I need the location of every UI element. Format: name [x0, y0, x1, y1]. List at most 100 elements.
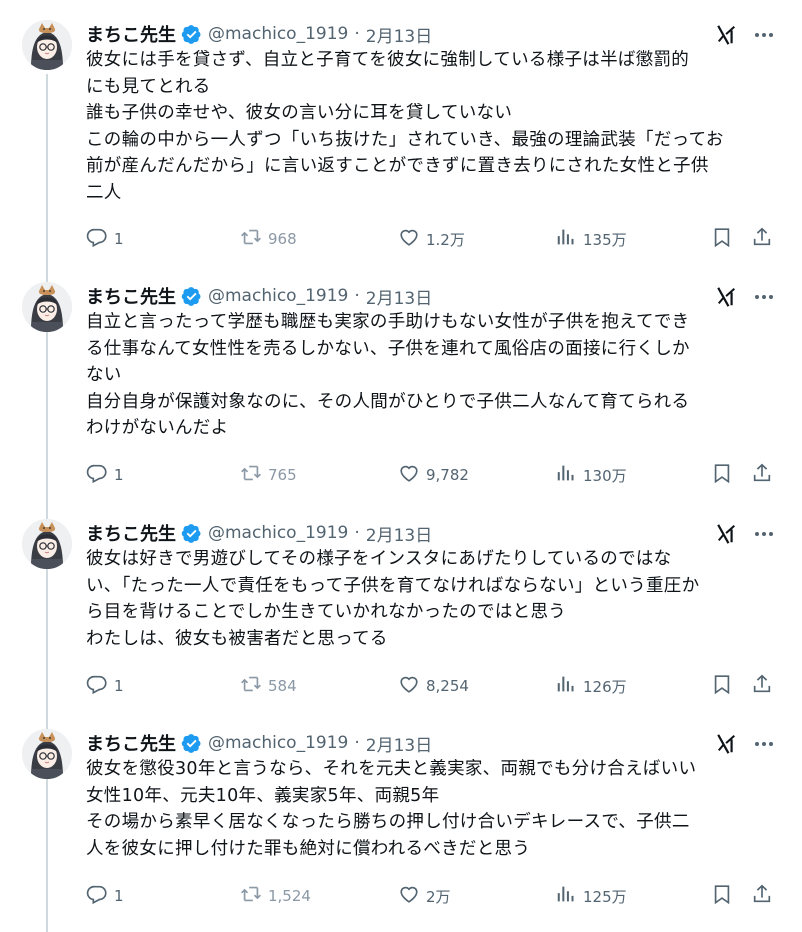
- views-icon: [555, 226, 577, 252]
- share-button[interactable]: [751, 462, 773, 488]
- avatar[interactable]: [22, 282, 72, 332]
- share-button[interactable]: [751, 883, 773, 909]
- tweet-text-line: 人を彼女に押し付けた罪も絶対に償われるべきだと思う: [86, 838, 531, 859]
- like-button[interactable]: 8,254: [398, 673, 469, 699]
- retweet-button[interactable]: 584: [240, 673, 297, 699]
- tweet-text-line: 女性10年、元夫10年、義実家5年、両親5年: [86, 785, 440, 806]
- views-button[interactable]: 130万: [555, 462, 627, 488]
- tweet-date[interactable]: 2月13日: [366, 22, 432, 47]
- reply-button[interactable]: 1: [86, 883, 124, 909]
- verified-badge-icon[interactable]: [181, 24, 202, 45]
- separator-dot: ·: [354, 523, 360, 543]
- grok-icon[interactable]: [716, 523, 738, 545]
- bookmark-icon: [711, 673, 733, 699]
- tweet-date[interactable]: 2月13日: [366, 521, 432, 546]
- tweet-actions: 1 584 8,254 126万: [0, 673, 802, 699]
- author-handle[interactable]: @machico_1919: [208, 286, 348, 306]
- views-button[interactable]: 126万: [555, 673, 627, 699]
- views-button[interactable]: 135万: [555, 226, 627, 252]
- tweet-text-line: 彼女には手を貸さず、自立と子育てを彼女に強制している様子は半ば懲罰的: [86, 50, 690, 70]
- share-button[interactable]: [751, 673, 773, 699]
- more-icon[interactable]: [752, 285, 776, 309]
- reply-button[interactable]: 1: [86, 673, 124, 699]
- share-button[interactable]: [751, 226, 773, 252]
- verified-badge-icon[interactable]: [181, 286, 202, 307]
- like-button[interactable]: 9,782: [398, 462, 469, 488]
- share-icon: [751, 883, 773, 909]
- tweet[interactable]: まちこ先生 @machico_1919 · 2月13日 彼女には手を貸さず、自立…: [0, 20, 802, 256]
- tweet-date[interactable]: 2月13日: [366, 284, 432, 309]
- retweet-icon: [240, 883, 262, 909]
- tweet-date[interactable]: 2月13日: [366, 731, 432, 756]
- grok-icon[interactable]: [716, 286, 738, 308]
- reply-button[interactable]: 1: [86, 462, 124, 488]
- bookmark-button[interactable]: [711, 462, 733, 488]
- reply-count: 1: [114, 466, 124, 484]
- separator-dot: ·: [354, 733, 360, 753]
- bookmark-button[interactable]: [711, 673, 733, 699]
- bookmark-button[interactable]: [711, 226, 733, 252]
- tweet-text-line: 彼女は好きで男遊びしてその様子をインスタにあげたりしているのではな: [86, 549, 672, 569]
- tweet-text: 彼女には手を貸さず、自立と子育てを彼女に強制している様子は半ば懲罰的 にも見てとれ…: [86, 47, 776, 206]
- views-icon: [555, 883, 577, 909]
- retweet-button[interactable]: 968: [240, 226, 297, 252]
- tweet-text-line: 彼女を懲役30年と言うなら、それを元夫と義実家、両親でも分け合えばいい: [86, 759, 697, 779]
- avatar[interactable]: [22, 519, 72, 569]
- heart-icon: [398, 883, 420, 909]
- views-button[interactable]: 125万: [555, 883, 627, 909]
- views-count: 125万: [583, 887, 627, 906]
- tweet[interactable]: まちこ先生 @machico_1919 · 2月13日 彼女は好きで男遊びしてそ…: [0, 519, 802, 703]
- verified-badge-icon[interactable]: [181, 733, 202, 754]
- like-count: 1.2万: [426, 230, 465, 249]
- author-name[interactable]: まちこ先生: [86, 730, 176, 756]
- views-count: 135万: [583, 230, 627, 249]
- author-handle[interactable]: @machico_1919: [208, 733, 348, 753]
- reply-icon: [86, 462, 108, 488]
- heart-icon: [398, 462, 420, 488]
- reply-count: 1: [114, 230, 124, 248]
- share-icon: [751, 462, 773, 488]
- grok-icon[interactable]: [716, 733, 738, 755]
- heart-icon: [398, 673, 420, 699]
- tweet-actions: 1 968 1.2万 135万: [0, 226, 802, 252]
- bookmark-icon: [711, 462, 733, 488]
- retweet-icon: [240, 462, 262, 488]
- more-icon[interactable]: [752, 23, 776, 47]
- like-button[interactable]: 1.2万: [398, 226, 465, 252]
- verified-badge-icon[interactable]: [181, 523, 202, 544]
- reply-count: 1: [114, 887, 124, 905]
- author-handle[interactable]: @machico_1919: [208, 24, 348, 44]
- author-name[interactable]: まちこ先生: [86, 520, 176, 546]
- like-count: 9,782: [426, 466, 469, 484]
- avatar[interactable]: [22, 20, 72, 70]
- tweet-text-line: その場から素早く居なくなったら勝ちの押し付け合いデキレースで、子供二: [86, 812, 690, 832]
- retweet-count: 584: [268, 677, 297, 695]
- retweet-button[interactable]: 1,524: [240, 883, 311, 909]
- tweet-text-line: 二人: [86, 182, 122, 203]
- retweet-icon: [240, 673, 262, 699]
- retweet-icon: [240, 226, 262, 252]
- reply-icon: [86, 226, 108, 252]
- tweet-text-line: 誰も子供の幸せや、彼女の言い分に耳を貸していない: [86, 103, 513, 123]
- tweet-text-line: 前が産んだんだから」に言い返すことができずに置き去りにされた女性と子供: [86, 156, 709, 176]
- like-button[interactable]: 2万: [398, 883, 451, 909]
- retweet-count: 968: [268, 230, 297, 248]
- more-icon[interactable]: [752, 732, 776, 756]
- tweet[interactable]: まちこ先生 @machico_1919 · 2月13日 自立と言ったって学歴も職…: [0, 282, 802, 492]
- avatar[interactable]: [22, 729, 72, 779]
- author-handle[interactable]: @machico_1919: [208, 523, 348, 543]
- tweet[interactable]: まちこ先生 @machico_1919 · 2月13日 彼女を懲役30年と言うな…: [0, 729, 802, 913]
- tweet-text-line: わけがないんだよ: [86, 418, 229, 438]
- author-name[interactable]: まちこ先生: [86, 283, 176, 309]
- like-count: 2万: [426, 887, 451, 906]
- more-icon[interactable]: [752, 522, 776, 546]
- bookmark-button[interactable]: [711, 883, 733, 909]
- views-count: 126万: [583, 677, 627, 696]
- author-name[interactable]: まちこ先生: [86, 21, 176, 47]
- tweet-text-line: る仕事なんて女性性を売るしかない、子供を連れて風俗店の面接に行くしか: [86, 338, 690, 359]
- reply-button[interactable]: 1: [86, 226, 124, 252]
- tweet-text-line: にも見てとれる: [86, 76, 211, 97]
- reply-count: 1: [114, 677, 124, 695]
- retweet-button[interactable]: 765: [240, 462, 297, 488]
- grok-icon[interactable]: [716, 24, 738, 46]
